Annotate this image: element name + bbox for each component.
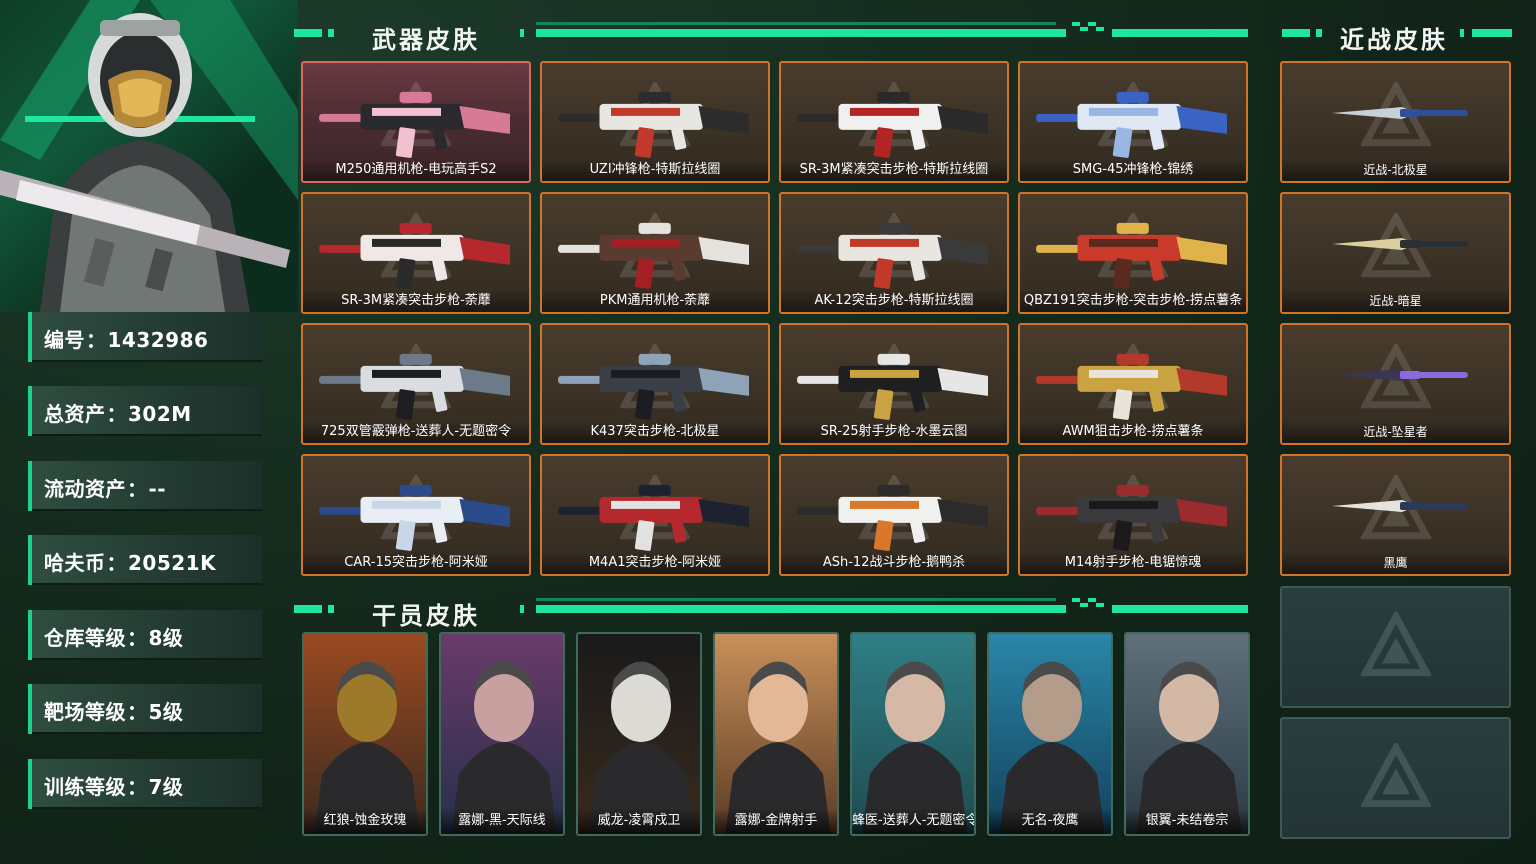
operator-skin-card[interactable]: 红狼-蚀金玫瑰 [302,632,428,836]
melee-skin-card[interactable]: 近战-坠星者 [1280,323,1511,445]
operator-skin-name: 露娜-金牌射手 [715,808,837,834]
weapons-section-title: 武器皮肤 [372,26,480,54]
operator-skin-card[interactable]: 威龙-凌霄戍卫 [576,632,702,836]
stat-id: 编号：1432986 [28,312,262,362]
weapon-skin-card[interactable]: SMG-45冲锋枪-锦绣 [1018,61,1248,183]
weapon-skin-name: M250通用机枪-电玩高手S2 [303,159,529,181]
operator-skin-card[interactable]: 露娜-金牌射手 [713,632,839,836]
weapon-skin-name: AWM狙击步枪-捞点薯条 [1020,421,1246,443]
stat-liquid-assets: 流动资产：-- [28,461,262,511]
stat-separator: ： [106,402,127,426]
operator-skin-card[interactable]: 蜂医-送葬人-无题密令 [850,632,976,836]
weapon-skin-name: ASh-12战斗步枪-鹅鸭杀 [781,552,1007,574]
melee-section-title: 近战皮肤 [1340,26,1448,54]
weapon-skin-name: SR-3M紧凑突击步枪-荼蘼 [303,290,529,312]
stat-value: 302M [128,402,192,426]
weapons-section-header: 武器皮肤 [292,12,1248,54]
stat-value: 5级 [148,700,184,724]
stat-value: 1432986 [107,328,209,352]
stat-label: 总资产 [44,402,106,426]
stat-coins: 哈夫币：20521K [28,535,262,585]
operator-skin-card[interactable]: 银翼-未结卷宗 [1124,632,1250,836]
operator-portrait [852,634,974,834]
stat-label: 编号 [44,328,85,352]
player-portrait [0,0,298,312]
weapon-skin-name: 725双管霰弹枪-送葬人-无题密令 [303,421,529,443]
operator-portrait [989,634,1111,834]
weapon-skin-card[interactable]: SR-3M紧凑突击步枪-荼蘼 [301,192,531,314]
weapon-skin-name: QBZ191突击步枪-突击步枪-捞点薯条 [1020,290,1246,312]
stat-separator: ： [127,626,148,650]
weapon-skin-card[interactable]: UZI冲锋枪-特斯拉线圈 [540,61,770,183]
stat-separator: ： [106,551,127,575]
melee-section-header: 近战皮肤 [1280,12,1512,54]
stat-label: 仓库等级 [44,626,126,650]
operator-portrait [715,634,837,834]
stat-separator: ： [127,477,148,501]
weapon-skin-name: SMG-45冲锋枪-锦绣 [1020,159,1246,181]
melee-skin-name: 近战-暗星 [1282,290,1509,312]
operator-skin-card[interactable]: 露娜-黑-天际线 [439,632,565,836]
weapon-skin-name: K437突击步枪-北极星 [542,421,768,443]
operators-section-header: 干员皮肤 [292,588,1248,630]
stat-training-level: 训练等级：7级 [28,759,262,809]
weapon-skin-name: CAR-15突击步枪-阿米娅 [303,552,529,574]
stat-label: 流动资产 [44,477,126,501]
operator-skin-name: 威龙-凌霄戍卫 [578,808,700,834]
stat-total-assets: 总资产：302M [28,386,262,436]
weapon-skin-name: AK-12突击步枪-特斯拉线圈 [781,290,1007,312]
stat-separator: ： [86,328,107,352]
stat-label: 哈夫币 [44,551,106,575]
stat-value: -- [148,477,167,501]
operator-portrait [441,634,563,834]
weapon-skin-name: SR-3M紧凑突击步枪-特斯拉线圈 [781,159,1007,181]
weapon-skin-card[interactable]: AK-12突击步枪-特斯拉线圈 [779,192,1009,314]
empty-melee-slot [1280,717,1511,839]
weapon-skin-card[interactable]: QBZ191突击步枪-突击步枪-捞点薯条 [1018,192,1248,314]
weapon-skin-name: PKM通用机枪-荼蘼 [542,290,768,312]
weapon-skin-card[interactable]: K437突击步枪-北极星 [540,323,770,445]
weapon-skin-card[interactable]: AWM狙击步枪-捞点薯条 [1018,323,1248,445]
weapon-skin-name: M14射手步枪-电锯惊魂 [1020,552,1246,574]
operator-portrait [304,634,426,834]
weapon-skin-name: SR-25射手步枪-水墨云图 [781,421,1007,443]
stat-warehouse-level: 仓库等级：8级 [28,610,262,660]
stat-value: 20521K [128,551,217,575]
stat-separator: ： [127,775,148,799]
weapon-skin-card[interactable]: M14射手步枪-电锯惊魂 [1018,454,1248,576]
stat-separator: ： [127,700,148,724]
melee-skin-name: 黑鹰 [1282,552,1509,574]
stat-label: 训练等级 [44,775,126,799]
stat-range-level: 靶场等级：5级 [28,684,262,734]
operator-skin-name: 无名-夜鹰 [989,808,1111,834]
operator-portrait [1126,634,1248,834]
weapon-skin-card[interactable]: 725双管霰弹枪-送葬人-无题密令 [301,323,531,445]
weapon-skin-card[interactable]: SR-25射手步枪-水墨云图 [779,323,1009,445]
weapon-skin-name: M4A1突击步枪-阿米娅 [542,552,768,574]
weapon-skin-card[interactable]: ASh-12战斗步枪-鹅鸭杀 [779,454,1009,576]
operator-skin-name: 蜂医-送葬人-无题密令 [852,808,974,834]
operator-skin-name: 露娜-黑-天际线 [441,808,563,834]
weapon-skin-card[interactable]: PKM通用机枪-荼蘼 [540,192,770,314]
stat-value: 7级 [148,775,184,799]
weapon-skin-card[interactable]: M4A1突击步枪-阿米娅 [540,454,770,576]
operator-skin-name: 银翼-未结卷宗 [1126,808,1248,834]
weapon-skin-name: UZI冲锋枪-特斯拉线圈 [542,159,768,181]
melee-skin-name: 近战-北极星 [1282,159,1509,181]
melee-skin-card[interactable]: 黑鹰 [1280,454,1511,576]
weapon-skin-card[interactable]: CAR-15突击步枪-阿米娅 [301,454,531,576]
operator-skin-card[interactable]: 无名-夜鹰 [987,632,1113,836]
weapon-skin-card[interactable]: SR-3M紧凑突击步枪-特斯拉线圈 [779,61,1009,183]
operator-portrait [578,634,700,834]
melee-skin-name: 近战-坠星者 [1282,421,1509,443]
stat-label: 靶场等级 [44,700,126,724]
stat-value: 8级 [148,626,184,650]
operators-section-title: 干员皮肤 [372,602,480,630]
empty-melee-slot [1280,586,1511,708]
melee-skin-card[interactable]: 近战-暗星 [1280,192,1511,314]
operator-skin-name: 红狼-蚀金玫瑰 [304,808,426,834]
weapon-skin-card[interactable]: M250通用机枪-电玩高手S2 [301,61,531,183]
melee-skin-card[interactable]: 近战-北极星 [1280,61,1511,183]
